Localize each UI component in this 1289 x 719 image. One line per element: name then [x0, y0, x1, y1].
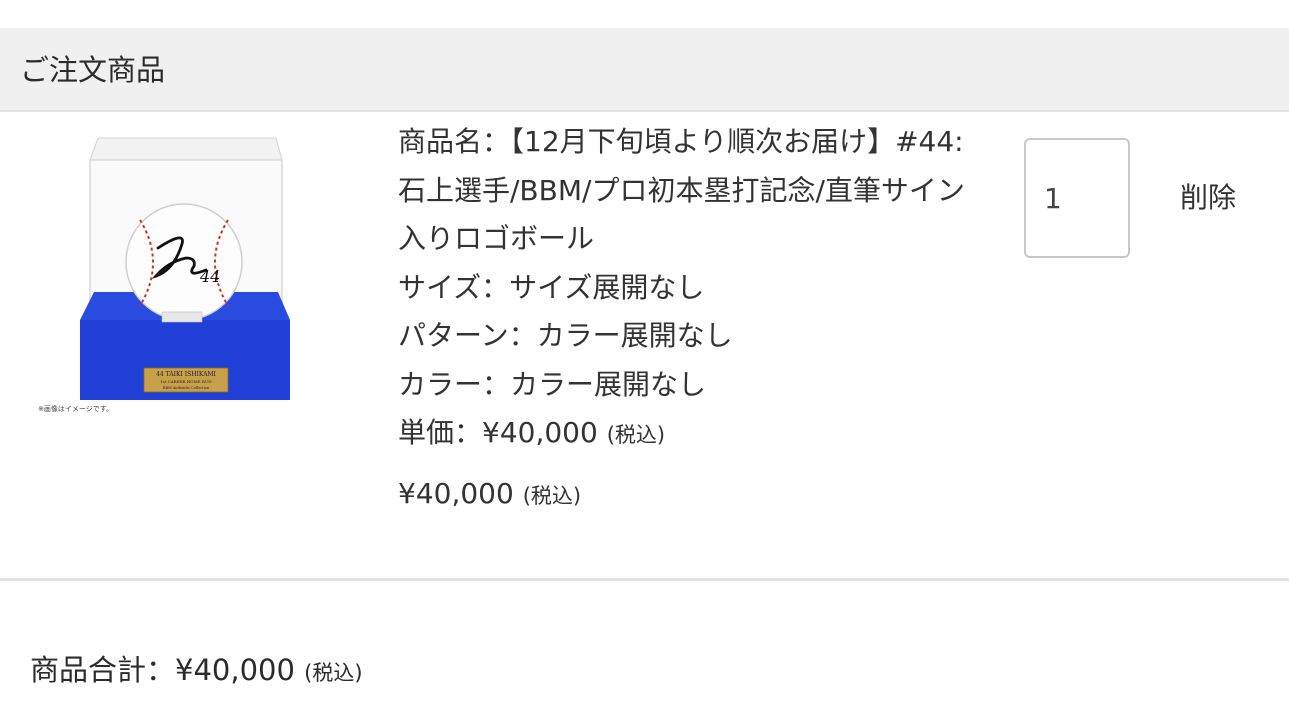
unit-price: 単価：¥40,000 (税込): [398, 409, 998, 460]
plate-text-2: 1st CAREER HOME RUN: [160, 379, 212, 384]
plate-text-1: 44 TAIKI ISHIKAMI: [156, 371, 216, 378]
product-name: 商品名：【12月下旬頃より順次お届け】#44:石上選手/BBM/プロ初本塁打記念…: [398, 125, 965, 255]
section-title: ご注文商品: [20, 53, 166, 87]
order-total-value: 商品合計：¥40,000: [30, 653, 295, 687]
signed-ball-in-case-image: 44 TAIKI ISHIKAMI 1st CAREER HOME RUN BB…: [38, 137, 290, 413]
unit-price-tax-label: (税込): [606, 423, 666, 447]
image-caption: ※画像はイメージです。: [38, 404, 113, 413]
delete-button[interactable]: 削除: [1180, 180, 1236, 216]
product-image[interactable]: 44 TAIKI ISHIKAMI 1st CAREER HOME RUN BB…: [36, 130, 306, 420]
item-subtotal: ¥40,000 (税込): [398, 472, 581, 518]
product-pattern: パターン：カラー展開なし: [398, 319, 733, 352]
order-page: ご注文商品 44 TAIKI ISHIKAMI 1st CAREER HOME …: [0, 0, 1289, 719]
product-info: 商品名：【12月下旬頃より順次お届け】#44:石上選手/BBM/プロ初本塁打記念…: [398, 118, 998, 460]
plate-text-3: BBM Authentic Collection: [163, 386, 210, 390]
divider: [0, 578, 1289, 581]
unit-price-value: 単価：¥40,000: [398, 416, 598, 449]
order-total: 商品合計：¥40,000 (税込): [30, 650, 363, 693]
product-size: サイズ：サイズ展開なし: [398, 270, 705, 304]
product-color: カラー：カラー展開なし: [398, 367, 707, 401]
section-header: ご注文商品: [0, 28, 1289, 112]
order-total-tax-label: (税込): [304, 661, 363, 685]
quantity-input[interactable]: [1024, 138, 1130, 258]
item-subtotal-tax-label: (税込): [522, 484, 582, 508]
item-subtotal-value: ¥40,000: [398, 477, 514, 510]
signature-number: 44: [199, 267, 220, 286]
